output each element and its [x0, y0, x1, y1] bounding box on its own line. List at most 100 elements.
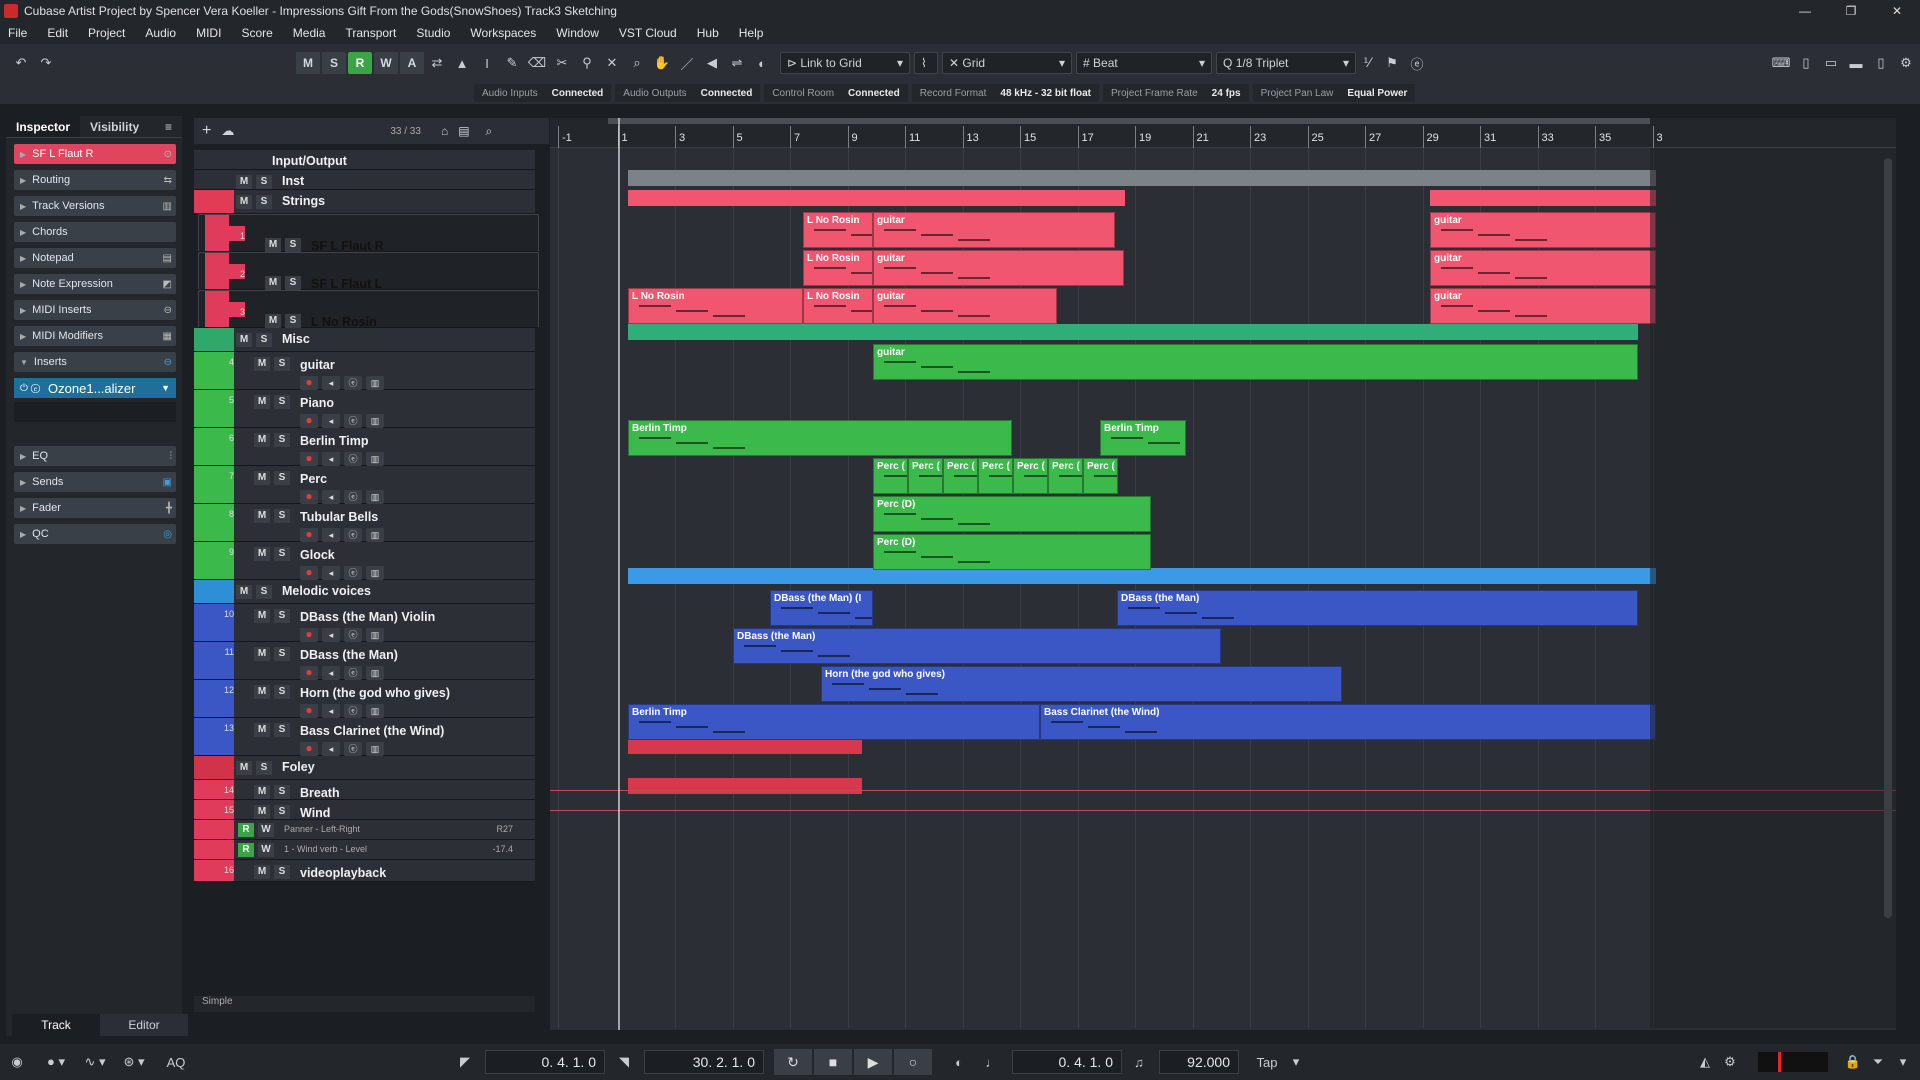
- mute-button[interactable]: M: [236, 195, 252, 209]
- inspector-section-midi-inserts[interactable]: ▶ MIDI Inserts ⊖: [14, 300, 176, 320]
- track-name[interactable]: guitar: [300, 358, 335, 372]
- folder-icon[interactable]: [194, 150, 234, 169]
- instrument-editor-button[interactable]: ▥: [366, 704, 384, 718]
- home-icon[interactable]: ⌂: [441, 124, 448, 138]
- track-glock[interactable]: 9 M S Glock ● ◂ ⓔ ▥: [194, 542, 535, 580]
- automation-mode-button[interactable]: A: [400, 52, 424, 74]
- folder-part[interactable]: [628, 778, 862, 794]
- event-guitar[interactable]: guitar: [1430, 250, 1656, 286]
- solo-button[interactable]: S: [274, 509, 290, 523]
- autoscroll-icon[interactable]: ⇄: [426, 52, 448, 74]
- cycle-range[interactable]: [608, 118, 1650, 124]
- folder-icon[interactable]: [194, 756, 234, 779]
- solo-button[interactable]: S: [256, 761, 272, 775]
- event-guitar[interactable]: guitar: [1430, 288, 1656, 324]
- zoom-tool-icon[interactable]: ⌕: [626, 52, 648, 74]
- minimize-icon[interactable]: —: [1782, 4, 1828, 18]
- event-guitar[interactable]: guitar: [873, 250, 1124, 286]
- mute-button[interactable]: M: [254, 685, 270, 699]
- mute-button[interactable]: M: [265, 276, 281, 290]
- track-name[interactable]: Breath: [300, 786, 340, 800]
- solo-button[interactable]: S: [274, 785, 290, 799]
- mute-button[interactable]: M: [254, 547, 270, 561]
- split-tool-icon[interactable]: ✂: [551, 52, 573, 74]
- folder-part[interactable]: [628, 324, 1638, 340]
- quantize-e-icon[interactable]: ⓔ: [1406, 52, 1428, 74]
- menu-file[interactable]: File: [8, 26, 27, 40]
- inspector-section-eq[interactable]: ▶ EQ ⫶: [14, 446, 176, 466]
- menu-score[interactable]: Score: [241, 26, 272, 40]
- track-name[interactable]: Piano: [300, 396, 334, 410]
- track-bass-clarinet-the-wind-[interactable]: 13 M S Bass Clarinet (the Wind) ● ◂ ⓔ ▥: [194, 718, 535, 756]
- event-berlintimp[interactable]: Berlin Timp: [628, 420, 1012, 456]
- monitor-button[interactable]: ◂: [322, 566, 340, 580]
- write-button[interactable]: W: [258, 843, 274, 857]
- menu-help[interactable]: Help: [739, 26, 764, 40]
- mute-button[interactable]: M: [254, 471, 270, 485]
- tab-editor[interactable]: Editor: [100, 1014, 188, 1036]
- folder-track-foley[interactable]: M S Foley: [194, 756, 535, 780]
- left-locator-icon[interactable]: ◤: [454, 1051, 476, 1073]
- status-record-format[interactable]: Record Format 48 kHz - 32 bit float: [911, 84, 1099, 102]
- inspector-section-fader[interactable]: ▶ Fader ╋: [14, 498, 176, 518]
- solo-button[interactable]: S: [274, 723, 290, 737]
- lock-icon[interactable]: 🔒: [1842, 1051, 1864, 1073]
- folder-icon[interactable]: [194, 328, 234, 351]
- menu-media[interactable]: Media: [293, 26, 326, 40]
- record-button[interactable]: ○: [894, 1049, 932, 1075]
- play-tool-icon[interactable]: ◀: [701, 52, 723, 74]
- right-locator-icon[interactable]: ◥: [613, 1051, 635, 1073]
- snap-toggle[interactable]: ⌇: [914, 52, 938, 74]
- track-l-no-rosin[interactable]: 3MSL No Rosin●◂ⓔ▥: [198, 290, 539, 347]
- menu-window[interactable]: Window: [556, 26, 599, 40]
- mute-button[interactable]: M: [236, 761, 252, 775]
- mute-button[interactable]: M: [254, 785, 270, 799]
- activity-icon[interactable]: ◉: [6, 1051, 28, 1073]
- solo-button[interactable]: S: [274, 471, 290, 485]
- track-name[interactable]: videoplayback: [300, 866, 386, 880]
- stop-button[interactable]: ■: [814, 1049, 852, 1075]
- mute-button[interactable]: M: [254, 805, 270, 819]
- event-guitar[interactable]: guitar: [873, 344, 1638, 380]
- tap-tempo-button[interactable]: Tap: [1249, 1051, 1285, 1073]
- layout-left-icon[interactable]: ▯: [1795, 52, 1817, 74]
- automation-track[interactable]: RW 1 - Wind verb - Level -17.4: [194, 840, 535, 860]
- inspector-section-note-expression[interactable]: ▶ Note Expression ◩: [14, 274, 176, 294]
- monitor-button[interactable]: ◂: [322, 490, 340, 504]
- solo-button[interactable]: S: [274, 395, 290, 409]
- write-automation-button[interactable]: W: [374, 52, 398, 74]
- event-perc[interactable]: Perc (: [1083, 458, 1118, 494]
- edit-channel-button[interactable]: ⓔ: [344, 666, 362, 680]
- track-guitar[interactable]: 4 M Sguitar ● ◂ ⓔ ▥: [194, 352, 535, 390]
- menu-edit[interactable]: Edit: [47, 26, 68, 40]
- monitor-button[interactable]: ◂: [322, 376, 340, 390]
- edit-channel-button[interactable]: ⓔ: [344, 528, 362, 542]
- instrument-editor-button[interactable]: ▥: [366, 528, 384, 542]
- track-tubular-bells[interactable]: 8 M S Tubular Bells ● ◂ ⓔ ▥: [194, 504, 535, 542]
- read-automation-button[interactable]: R: [348, 52, 372, 74]
- track-sf-l-flaut-r[interactable]: 1MSSF L Flaut R●◂ⓔ▥: [198, 214, 539, 271]
- search-icon[interactable]: ⌕: [486, 124, 493, 139]
- mute-button[interactable]: M: [236, 175, 252, 189]
- record-enable-button[interactable]: ●: [300, 566, 318, 580]
- automation-value[interactable]: -17.4: [492, 844, 513, 854]
- settings-icon[interactable]: ⚙: [1895, 52, 1917, 74]
- solo-button[interactable]: S: [285, 276, 301, 290]
- layout-lower-icon[interactable]: ▬: [1845, 52, 1867, 74]
- monitor-button[interactable]: ◂: [322, 628, 340, 642]
- marker-icon[interactable]: ◭: [1694, 1051, 1716, 1073]
- event-perc[interactable]: Perc (: [1013, 458, 1048, 494]
- monitor-button[interactable]: ◂: [322, 742, 340, 756]
- folder-part[interactable]: [628, 568, 1656, 584]
- mute-button[interactable]: M: [236, 333, 252, 347]
- solo-button[interactable]: S: [285, 238, 301, 252]
- event-perc[interactable]: Perc (: [943, 458, 978, 494]
- solo-all-button[interactable]: S: [322, 52, 346, 74]
- mute-button[interactable]: M: [254, 647, 270, 661]
- record-enable-button[interactable]: ●: [300, 666, 318, 680]
- inspector-section-chords[interactable]: ▶ Chords: [14, 222, 176, 242]
- auto-quantize-button[interactable]: AQ: [162, 1051, 190, 1073]
- maximize-icon[interactable]: ❐: [1828, 4, 1874, 18]
- monitor-button[interactable]: ◂: [322, 528, 340, 542]
- record-enable-button[interactable]: ●: [300, 376, 318, 390]
